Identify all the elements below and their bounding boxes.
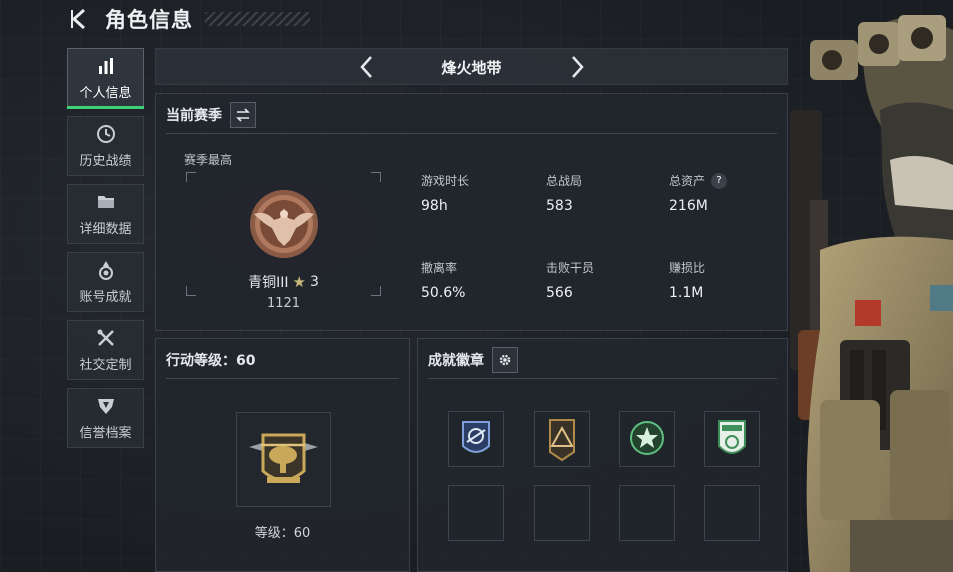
stat-extract-rate: 撤离率 50.6% xyxy=(421,259,541,301)
divider xyxy=(166,378,399,379)
sidebar-item-personal-info[interactable]: 个人信息 xyxy=(67,48,144,109)
tools-icon xyxy=(97,329,114,346)
star-icon: ★ xyxy=(292,273,306,291)
sidebar-item-label: 信誉档案 xyxy=(79,426,132,441)
stat-total-matches: 总战局 583 xyxy=(546,172,666,214)
gear-icon xyxy=(499,354,511,366)
achievement-slot[interactable] xyxy=(534,411,590,467)
mode-selector: 烽火地带 xyxy=(155,48,788,85)
page-title: 角色信息 xyxy=(105,8,193,32)
swap-icon xyxy=(236,108,250,122)
action-level-panel: 行动等级：60 等级：60 xyxy=(155,338,410,572)
stat-operators-defeated: 击败干员 566 xyxy=(546,259,666,301)
stat-label: 撤离率 xyxy=(421,261,458,275)
sidebar-item-detailed-data[interactable]: 详细数据 xyxy=(67,184,144,244)
bar-chart-icon xyxy=(98,58,113,74)
bronze-rank-icon xyxy=(250,190,318,258)
achievement-slot[interactable] xyxy=(704,411,760,467)
sidebar-item-reputation[interactable]: 信誉档案 xyxy=(67,388,144,448)
stat-value: 583 xyxy=(546,198,573,214)
header: 角色信息 xyxy=(0,0,400,40)
stat-value: 50.6% xyxy=(421,285,466,301)
stat-label: 总战局 xyxy=(546,174,583,188)
sidebar-item-label: 详细数据 xyxy=(79,222,132,237)
stat-label: 击败干员 xyxy=(546,261,595,275)
season-title: 当前赛季 xyxy=(166,108,222,124)
divider xyxy=(166,133,777,134)
stat-total-assets: 总资产 ? 216M xyxy=(669,172,789,214)
chevron-right-icon[interactable] xyxy=(566,54,588,80)
rank-card[interactable]: 青铜III ★ 3 1121 xyxy=(186,172,381,311)
level-title: 行动等级：60 xyxy=(166,353,256,369)
achievement-header: 成就徽章 xyxy=(428,347,518,373)
achievement-slot-empty[interactable] xyxy=(448,485,504,541)
achievement-title: 成就徽章 xyxy=(428,353,484,369)
divider xyxy=(428,378,777,379)
rank-stars: 3 xyxy=(309,274,319,290)
sidebar-item-label: 账号成就 xyxy=(79,290,132,305)
rank-row: 青铜III ★ 3 xyxy=(186,272,381,292)
title-decoration xyxy=(205,12,310,26)
shield-icon xyxy=(97,399,114,414)
sidebar-item-label: 社交定制 xyxy=(79,358,132,373)
shield-badge-icon xyxy=(718,420,746,454)
achievement-slot[interactable] xyxy=(448,411,504,467)
sidebar: 个人信息 历史战绩 详细数据 账号成就 社交定制 信誉档案 xyxy=(67,48,144,456)
rank-name: 青铜III xyxy=(248,275,289,291)
rank-score: 1121 xyxy=(266,296,301,311)
achievement-slot-empty[interactable] xyxy=(619,485,675,541)
stat-profit-loss: 赚损比 1.1M xyxy=(669,259,789,301)
achievement-slot-empty[interactable] xyxy=(704,485,760,541)
triangle-badge-icon xyxy=(549,419,575,462)
sidebar-item-achievements[interactable]: 账号成就 xyxy=(67,252,144,312)
sidebar-item-history[interactable]: 历史战绩 xyxy=(67,116,144,176)
stat-value: 216M xyxy=(669,198,708,214)
folder-icon xyxy=(97,196,114,208)
clock-icon xyxy=(96,125,115,143)
help-icon[interactable]: ? xyxy=(711,172,728,189)
stat-value: 566 xyxy=(546,285,573,301)
mode-title: 烽火地带 xyxy=(441,59,502,77)
achievement-panel: 成就徽章 xyxy=(417,338,788,572)
stat-label: 总资产 ? xyxy=(669,172,789,189)
stat-play-time: 游戏时长 98h xyxy=(421,172,541,214)
achievement-slot[interactable] xyxy=(619,411,675,467)
sidebar-item-label: 个人信息 xyxy=(79,86,132,101)
operator-character-image xyxy=(790,15,953,572)
sidebar-item-label: 历史战绩 xyxy=(79,154,132,169)
medal-icon xyxy=(98,261,113,280)
season-best-label: 赛季最高 xyxy=(184,153,233,167)
level-label: 等级：60 xyxy=(254,526,311,541)
stat-label: 赚损比 xyxy=(669,261,706,275)
sidebar-item-social-custom[interactable]: 社交定制 xyxy=(67,320,144,380)
achievement-settings-button[interactable] xyxy=(492,347,518,373)
level-header: 行动等级：60 xyxy=(166,347,255,373)
stat-value: 1.1M xyxy=(669,285,704,301)
stat-label: 游戏时长 xyxy=(421,174,470,188)
achievement-slot-empty[interactable] xyxy=(534,485,590,541)
satellite-badge-icon xyxy=(462,421,490,453)
level-badge[interactable] xyxy=(236,412,331,507)
season-header: 当前赛季 xyxy=(166,102,256,128)
switch-season-button[interactable] xyxy=(230,102,256,128)
stat-value: 98h xyxy=(421,198,448,214)
star-wreath-badge-icon xyxy=(630,421,664,455)
helicopter-badge-icon xyxy=(249,433,318,483)
back-arrow-icon[interactable] xyxy=(66,6,92,32)
frame-corner xyxy=(371,172,381,182)
frame-corner xyxy=(186,172,196,182)
season-panel: 当前赛季 赛季最高 青铜III ★ 3 1121 游戏时长 98h 总战局 58… xyxy=(155,93,788,331)
